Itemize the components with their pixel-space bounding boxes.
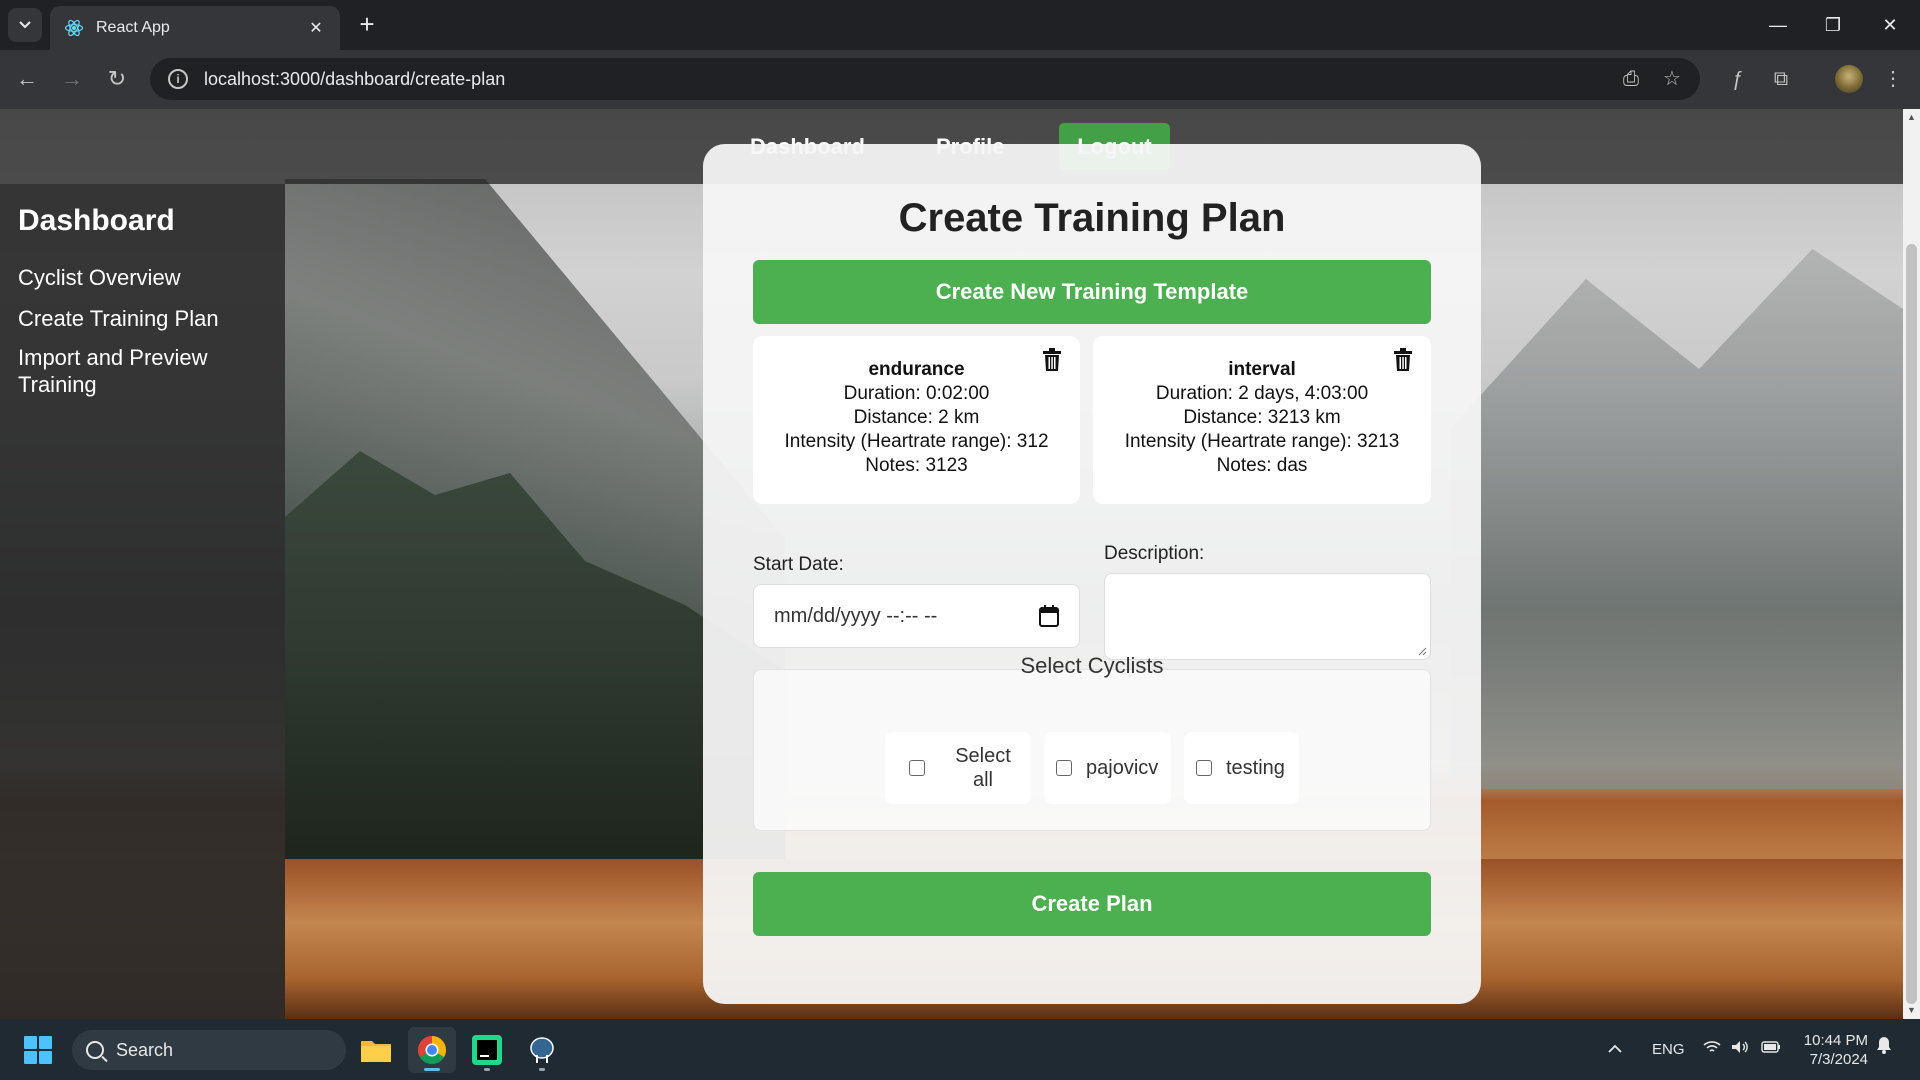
cyclist-checkbox[interactable]: [1196, 760, 1212, 776]
template-distance: Distance: 3213 km: [1183, 407, 1341, 428]
sidebar-item-import-preview[interactable]: Import and Preview Training: [18, 344, 238, 398]
trash-icon[interactable]: [1393, 348, 1413, 372]
restore-button[interactable]: ❐: [1813, 8, 1853, 42]
clock-time: 10:44 PM: [1803, 1032, 1868, 1049]
react-logo-icon: [64, 19, 84, 37]
search-icon: [86, 1041, 104, 1059]
template-intensity: Intensity (Heartrate range): 3213: [1124, 431, 1400, 452]
folder-icon: [361, 1041, 391, 1062]
cyclist-option[interactable]: pajovicv: [1044, 732, 1171, 804]
template-intensity: Intensity (Heartrate range): 312: [784, 431, 1049, 452]
template-duration: Duration: 2 days, 4:03:00: [1155, 383, 1369, 404]
browser-toolbar: ← → ↻ i localhost:3000/dashboard/create-…: [0, 50, 1920, 109]
cyclist-option[interactable]: testing: [1184, 732, 1299, 804]
forward-button[interactable]: →: [55, 62, 89, 96]
template-name: interval: [1228, 359, 1296, 380]
taskbar-clock[interactable]: 10:44 PM 7/3/2024: [1790, 1031, 1868, 1069]
template-distance: Distance: 2 km: [853, 407, 980, 428]
chrome-app[interactable]: [408, 1027, 456, 1073]
select-all-label: Select all: [955, 745, 1011, 791]
active-indicator: [424, 1068, 440, 1071]
chrome-icon: [418, 1036, 446, 1064]
battery-icon[interactable]: [1761, 1019, 1781, 1080]
template-card-interval[interactable]: interval Duration: 2 days, 4:03:00 Dista…: [1093, 336, 1431, 504]
site-info-icon[interactable]: i: [168, 69, 188, 89]
page-scrollbar[interactable]: ▲ ▼: [1903, 109, 1920, 1019]
close-window-button[interactable]: ✕: [1870, 8, 1910, 42]
file-explorer-app[interactable]: [352, 1027, 400, 1073]
elephant-icon: [530, 1037, 554, 1063]
template-name: endurance: [868, 359, 965, 380]
clock-date: 7/3/2024: [1809, 1051, 1868, 1068]
scroll-thumb[interactable]: [1906, 244, 1917, 1004]
url-text: localhost:3000/dashboard/create-plan: [204, 68, 506, 89]
page-title: Create Training Plan: [898, 196, 1286, 240]
windows-start-icon[interactable]: [24, 1036, 52, 1064]
tab-title: React App: [96, 19, 170, 36]
tab-close-icon[interactable]: ✕: [306, 18, 326, 38]
pgadmin-app[interactable]: [518, 1027, 566, 1073]
back-button[interactable]: ←: [10, 62, 44, 96]
select-cyclists-fieldset: Select all pajovicv testing: [753, 669, 1431, 831]
profile-avatar[interactable]: [1835, 65, 1863, 93]
sidebar: Dashboard Cyclist Overview Create Traini…: [0, 184, 285, 1019]
sidebar-item-cyclist-overview[interactable]: Cyclist Overview: [18, 264, 267, 291]
language-indicator[interactable]: ENG: [1652, 1019, 1685, 1080]
chevron-down-icon: [19, 21, 31, 29]
template-card-endurance[interactable]: endurance Duration: 0:02:00 Distance: 2 …: [753, 336, 1080, 504]
cyclist-label: pajovicv: [1086, 756, 1159, 779]
template-duration: Duration: 0:02:00: [843, 383, 990, 404]
browser-menu-icon[interactable]: ⋮: [1876, 62, 1910, 96]
install-app-icon[interactable]: ⎙: [1614, 62, 1648, 96]
start-date-placeholder: mm/dd/yyyy --:-- --: [774, 604, 938, 627]
taskbar-search-label: Search: [116, 1039, 174, 1060]
extensions-puzzle-icon[interactable]: ⧉: [1764, 62, 1798, 96]
bookmark-star-icon[interactable]: ☆: [1655, 62, 1689, 96]
page-viewport: Dashboard Profile Logout Dashboard Cycli…: [0, 109, 1903, 1019]
create-plan-card: Create Training Plan Create New Training…: [703, 144, 1481, 1004]
browser-tab[interactable]: React App ✕: [50, 6, 340, 50]
select-all-checkbox[interactable]: [909, 760, 925, 776]
scroll-down-icon[interactable]: ▼: [1903, 1002, 1920, 1019]
template-notes: Notes: 3123: [865, 455, 968, 476]
scroll-up-icon[interactable]: ▲: [1903, 109, 1920, 126]
start-date-input[interactable]: mm/dd/yyyy --:-- --: [753, 584, 1080, 648]
taskbar-search[interactable]: Search: [72, 1030, 346, 1070]
sidebar-title: Dashboard: [18, 204, 175, 237]
pycharm-app[interactable]: [463, 1027, 511, 1073]
browser-tab-bar: React App ✕ + — ❐ ✕: [0, 0, 1920, 50]
select-cyclists-legend: Select Cyclists: [1020, 653, 1164, 678]
running-indicator: [484, 1068, 490, 1071]
cyclist-label: testing: [1226, 756, 1285, 779]
description-textarea[interactable]: [1104, 573, 1431, 660]
calendar-icon[interactable]: [1039, 605, 1059, 627]
create-template-button[interactable]: Create New Training Template: [753, 260, 1431, 324]
wifi-icon[interactable]: [1703, 1019, 1721, 1080]
create-plan-button[interactable]: Create Plan: [753, 872, 1431, 936]
tab-search-button[interactable]: [8, 8, 42, 42]
tray-overflow-icon[interactable]: [1608, 1019, 1622, 1080]
notification-bell-icon[interactable]: [1876, 1019, 1892, 1080]
start-date-label: Start Date:: [753, 554, 844, 575]
select-all-option[interactable]: Select all: [885, 732, 1031, 804]
address-bar[interactable]: i localhost:3000/dashboard/create-plan: [150, 58, 1700, 100]
extension-fx-icon[interactable]: ƒ: [1720, 62, 1754, 96]
running-indicator: [539, 1068, 545, 1071]
template-notes: Notes: das: [1216, 455, 1308, 476]
background-mountains: [1450, 249, 1903, 789]
volume-icon[interactable]: [1731, 1019, 1749, 1080]
windows-taskbar: Search ENG 10:44 PM 7/3/2024: [0, 1019, 1920, 1080]
trash-icon[interactable]: [1042, 348, 1062, 372]
sidebar-item-create-training-plan[interactable]: Create Training Plan: [18, 305, 267, 332]
pycharm-icon: [472, 1035, 502, 1065]
description-label: Description:: [1104, 543, 1205, 564]
new-tab-button[interactable]: +: [352, 10, 382, 40]
reload-button[interactable]: ↻: [100, 62, 134, 96]
minimize-button[interactable]: —: [1758, 8, 1798, 42]
cyclist-checkbox[interactable]: [1056, 760, 1072, 776]
